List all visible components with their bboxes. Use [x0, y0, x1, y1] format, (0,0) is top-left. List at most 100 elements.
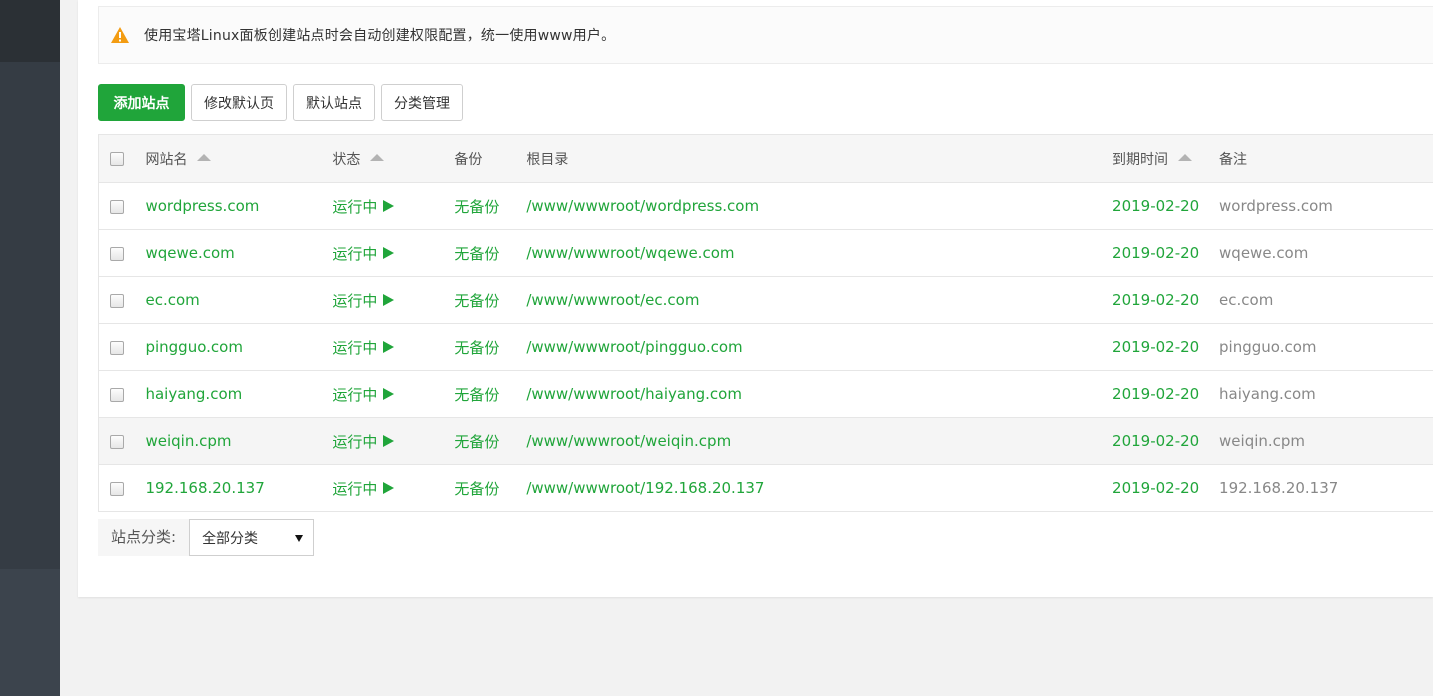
- site-name-link[interactable]: weiqin.cpm: [145, 417, 333, 465]
- col-site-name-label: 网站名: [145, 151, 188, 168]
- backup-link[interactable]: 无备份: [454, 276, 527, 324]
- col-remark: 备注: [1219, 134, 1433, 183]
- status-cell[interactable]: 运行中: [332, 417, 455, 465]
- root-dir-link[interactable]: /www/wwwroot/weiqin.cpm: [526, 417, 1113, 465]
- table-row: pingguo.com 运行中 无备份 /www/wwwroot/pingguo…: [98, 323, 1433, 371]
- root-dir-link[interactable]: /www/wwwroot/192.168.20.137: [526, 464, 1113, 512]
- expire-date[interactable]: 2019-02-20: [1112, 323, 1220, 371]
- status-text: 运行中: [332, 244, 378, 263]
- site-name-link[interactable]: 192.168.20.137: [145, 464, 333, 512]
- play-icon: [383, 294, 395, 306]
- col-remark-label: 备注: [1219, 151, 1248, 168]
- root-dir-link[interactable]: /www/wwwroot/ec.com: [526, 276, 1113, 324]
- site-name-link[interactable]: ec.com: [145, 276, 333, 324]
- expire-date[interactable]: 2019-02-20: [1112, 229, 1220, 277]
- row-checkbox[interactable]: [110, 199, 124, 214]
- expire-date[interactable]: 2019-02-20: [1112, 417, 1220, 465]
- select-all-checkbox[interactable]: [110, 151, 124, 166]
- row-checkbox[interactable]: [110, 340, 124, 355]
- status-cell[interactable]: 运行中: [332, 323, 455, 371]
- expire-date[interactable]: 2019-02-20: [1112, 370, 1220, 418]
- table-row: wordpress.com 运行中 无备份 /www/wwwroot/wordp…: [98, 182, 1433, 230]
- col-site-name[interactable]: 网站名: [145, 134, 333, 183]
- backup-link[interactable]: 无备份: [454, 323, 527, 371]
- root-dir-link[interactable]: /www/wwwroot/wordpress.com: [526, 182, 1113, 230]
- col-status[interactable]: 状态: [332, 134, 455, 183]
- remark-cell[interactable]: wqewe.com: [1219, 229, 1433, 277]
- table-row: 192.168.20.137 运行中 无备份 /www/wwwroot/192.…: [98, 464, 1433, 512]
- site-panel: 使用宝塔Linux面板创建站点时会自动创建权限配置，统一使用www用户。 添加站…: [78, 0, 1433, 597]
- sort-up-icon[interactable]: [197, 154, 212, 161]
- category-filter-label: 站点分类:: [98, 519, 190, 556]
- status-cell[interactable]: 运行中: [332, 229, 455, 277]
- chevron-down-icon: [295, 535, 304, 542]
- site-name-link[interactable]: pingguo.com: [145, 323, 333, 371]
- row-checkbox[interactable]: [110, 246, 124, 261]
- col-backup-label: 备份: [454, 151, 483, 168]
- col-root-dir-label: 根目录: [526, 151, 569, 168]
- expire-date[interactable]: 2019-02-20: [1112, 182, 1220, 230]
- table-row: haiyang.com 运行中 无备份 /www/wwwroot/haiyang…: [98, 370, 1433, 418]
- remark-cell[interactable]: weiqin.cpm: [1219, 417, 1433, 465]
- add-site-button[interactable]: 添加站点: [98, 84, 185, 121]
- root-dir-link[interactable]: /www/wwwroot/haiyang.com: [526, 370, 1113, 418]
- sort-up-icon[interactable]: [370, 154, 385, 161]
- site-name-link[interactable]: haiyang.com: [145, 370, 333, 418]
- col-expire[interactable]: 到期时间: [1112, 134, 1220, 183]
- site-name-link[interactable]: wqewe.com: [145, 229, 333, 277]
- backup-link[interactable]: 无备份: [454, 464, 527, 512]
- row-checkbox[interactable]: [110, 387, 124, 402]
- backup-link[interactable]: 无备份: [454, 229, 527, 277]
- status-cell[interactable]: 运行中: [332, 464, 455, 512]
- play-icon: [383, 200, 395, 212]
- play-icon: [383, 435, 395, 447]
- site-name-link[interactable]: wordpress.com: [145, 182, 333, 230]
- expire-date[interactable]: 2019-02-20: [1112, 464, 1220, 512]
- status-cell[interactable]: 运行中: [332, 182, 455, 230]
- sort-up-icon[interactable]: [1178, 154, 1193, 161]
- table-row: weiqin.cpm 运行中 无备份 /www/wwwroot/weiqin.c…: [98, 417, 1433, 465]
- expire-date[interactable]: 2019-02-20: [1112, 276, 1220, 324]
- row-checkbox[interactable]: [110, 481, 124, 496]
- warning-icon: [110, 26, 130, 44]
- table-row: ec.com 运行中 无备份 /www/wwwroot/ec.com 2019-…: [98, 276, 1433, 324]
- toolbar: 添加站点 修改默认页 默认站点 分类管理: [98, 84, 463, 121]
- backup-link[interactable]: 无备份: [454, 417, 527, 465]
- remark-cell[interactable]: wordpress.com: [1219, 182, 1433, 230]
- remark-cell[interactable]: ec.com: [1219, 276, 1433, 324]
- category-select-value: 全部分类: [202, 530, 259, 547]
- table-row: wqewe.com 运行中 无备份 /www/wwwroot/wqewe.com…: [98, 229, 1433, 277]
- sites-table: 网站名 状态 备份 根目录 到期时间 备注 wordpress.com 运行中 …: [98, 134, 1433, 512]
- remark-cell[interactable]: haiyang.com: [1219, 370, 1433, 418]
- play-icon: [383, 341, 395, 353]
- remark-cell[interactable]: pingguo.com: [1219, 323, 1433, 371]
- remark-cell[interactable]: 192.168.20.137: [1219, 464, 1433, 512]
- default-site-button[interactable]: 默认站点: [293, 84, 375, 121]
- category-select[interactable]: 全部分类: [189, 519, 315, 556]
- col-root-dir: 根目录: [526, 134, 1113, 183]
- status-text: 运行中: [332, 338, 378, 357]
- table-header-row: 网站名 状态 备份 根目录 到期时间 备注: [98, 134, 1433, 183]
- permission-notice: 使用宝塔Linux面板创建站点时会自动创建权限配置，统一使用www用户。: [98, 6, 1433, 64]
- backup-link[interactable]: 无备份: [454, 370, 527, 418]
- category-manage-button[interactable]: 分类管理: [381, 84, 463, 121]
- edit-default-page-button[interactable]: 修改默认页: [191, 84, 287, 121]
- backup-link[interactable]: 无备份: [454, 182, 527, 230]
- status-cell[interactable]: 运行中: [332, 370, 455, 418]
- status-text: 运行中: [332, 432, 378, 451]
- notice-text: 使用宝塔Linux面板创建站点时会自动创建权限配置，统一使用www用户。: [144, 28, 616, 44]
- col-backup: 备份: [454, 134, 527, 183]
- status-text: 运行中: [332, 291, 378, 310]
- play-icon: [383, 482, 395, 494]
- sidebar: [0, 0, 60, 696]
- play-icon: [383, 247, 395, 259]
- sidebar-top: [0, 0, 60, 62]
- root-dir-link[interactable]: /www/wwwroot/wqewe.com: [526, 229, 1113, 277]
- col-expire-label: 到期时间: [1112, 151, 1169, 168]
- root-dir-link[interactable]: /www/wwwroot/pingguo.com: [526, 323, 1113, 371]
- category-filter: 站点分类: 全部分类: [98, 519, 315, 556]
- row-checkbox[interactable]: [110, 434, 124, 449]
- status-text: 运行中: [332, 479, 378, 498]
- status-cell[interactable]: 运行中: [332, 276, 455, 324]
- row-checkbox[interactable]: [110, 293, 124, 308]
